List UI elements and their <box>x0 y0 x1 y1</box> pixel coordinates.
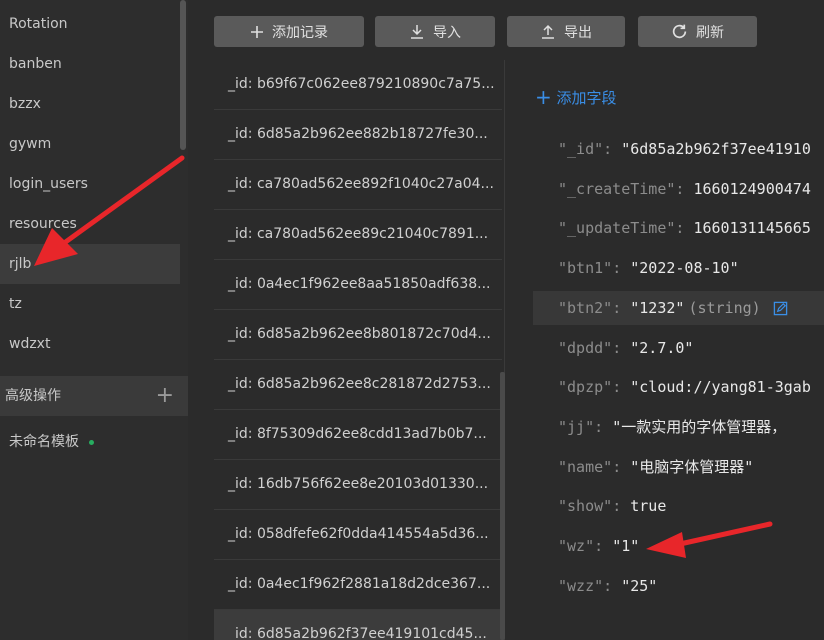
record-row[interactable]: _id: 6d85a2b962f37ee419101cd45... <box>214 610 502 640</box>
field-key: "wzz" <box>558 576 604 595</box>
collection-item[interactable]: gywm <box>0 124 180 164</box>
field-key: "show" <box>558 497 613 516</box>
field-colon: : <box>612 259 622 278</box>
add-field-button[interactable]: + 添加字段 <box>535 84 617 110</box>
record-row[interactable]: _id: 16db756f62ee8e20103d01330... <box>214 460 502 510</box>
field-row[interactable]: "wzz": "25" <box>533 569 824 603</box>
edit-icon[interactable] <box>773 301 788 316</box>
field-colon: : <box>612 457 622 476</box>
refresh-button[interactable]: 刷新 <box>638 16 757 47</box>
record-row[interactable]: _id: b69f67c062ee879210890c7a75... <box>214 60 502 110</box>
field-value: "6d85a2b962f37ee41910 <box>621 140 811 158</box>
record-row[interactable]: _id: 0a4ec1f962ee8aa51850adf638... <box>214 260 502 310</box>
add-record-button[interactable]: 添加记录 <box>214 16 364 47</box>
field-key: "btn1" <box>558 259 613 278</box>
export-label: 导出 <box>564 24 592 41</box>
field-colon: : <box>612 378 622 397</box>
template-label: 未命名模板 <box>9 434 79 450</box>
field-key: "dpzp" <box>558 378 613 397</box>
field-row[interactable]: "btn2": "1232" (string) <box>533 290 824 325</box>
field-value: "2.7.0" <box>630 338 694 357</box>
field-row[interactable]: "jj": "一款实用的字体管理器， <box>533 410 824 444</box>
import-button[interactable]: 导入 <box>375 16 495 47</box>
record-row[interactable]: _id: 6d85a2b962ee8b801872c70d4... <box>214 310 502 360</box>
field-colon: : <box>675 179 685 198</box>
record-row[interactable]: _id: 0a4ec1f962f2881a18d2dce367... <box>214 560 502 610</box>
field-row[interactable]: "show": true <box>533 489 824 523</box>
plus-icon <box>251 25 263 38</box>
field-key: "wz" <box>558 537 595 555</box>
field-colon: : <box>603 140 613 158</box>
sidebar-scrollbar[interactable] <box>180 0 186 150</box>
field-colon: : <box>594 417 604 436</box>
collection-item[interactable]: wdzxt <box>0 324 180 364</box>
field-value: "1" <box>612 537 640 555</box>
collection-item[interactable]: login_users <box>0 164 180 204</box>
field-row[interactable]: "btn1": "2022-08-10" <box>533 251 824 285</box>
field-type-hint: (string) <box>688 298 761 317</box>
export-button[interactable]: 导出 <box>507 16 625 47</box>
field-value: 1660131145665 <box>693 219 811 238</box>
advanced-operations-header[interactable]: 高级操作 + <box>0 376 188 416</box>
plus-icon: + <box>535 85 552 109</box>
field-colon: : <box>612 497 622 516</box>
refresh-label: 刷新 <box>696 24 724 41</box>
plus-icon[interactable]: + <box>156 376 174 416</box>
field-value: "cloud://yang81-3gab <box>630 378 811 397</box>
field-row[interactable]: "wz": "1" <box>533 529 824 563</box>
record-row[interactable]: _id: ca780ad562ee89c21040c7891... <box>214 210 502 260</box>
field-colon: : <box>603 576 613 595</box>
collection-item[interactable]: Rotation <box>0 4 180 44</box>
record-row[interactable]: _id: 058dfefe62f0dda414554a5d36... <box>214 510 502 560</box>
advanced-operations-label: 高级操作 <box>5 388 61 404</box>
field-colon: : <box>612 298 622 317</box>
field-value: true <box>630 497 667 516</box>
template-item[interactable]: 未命名模板 <box>9 430 94 454</box>
field-value: 1660124900474 <box>693 179 811 198</box>
field-value: "一款实用的字体管理器， <box>612 417 787 436</box>
collection-sidebar: Rotation banben bzzx gywm login_users resourc… <box>0 0 188 640</box>
field-row[interactable]: "dpzp": "cloud://yang81-3gab <box>533 370 824 404</box>
record-row[interactable]: _id: 6d85a2b962ee882b18727fe30... <box>214 110 502 160</box>
field-row[interactable]: "_id": "6d85a2b962f37ee41910 <box>533 132 824 166</box>
field-key: "_createTime" <box>558 179 676 198</box>
field-row[interactable]: "_createTime": 1660124900474 <box>533 172 824 206</box>
collection-item[interactable]: resources <box>0 204 180 244</box>
record-list: _id: b69f67c062ee879210890c7a75... _id: 6… <box>214 60 505 640</box>
app-window: Rotation banben bzzx gywm login_users resourc… <box>0 0 824 640</box>
collection-item[interactable]: banben <box>0 44 180 84</box>
field-colon: : <box>594 537 604 555</box>
field-key: "name" <box>558 457 613 476</box>
field-row[interactable]: "_updateTime": 1660131145665 <box>533 211 824 245</box>
add-record-label: 添加记录 <box>272 24 328 41</box>
collection-item[interactable]: rjlb <box>0 244 180 284</box>
field-key: "_id" <box>558 140 604 158</box>
record-row[interactable]: _id: 8f75309d62ee8cdd13ad7b0b7... <box>214 410 502 460</box>
refresh-icon <box>672 24 687 39</box>
field-row[interactable]: "name": "电脑字体管理器" <box>533 450 824 484</box>
record-row[interactable]: _id: 6d85a2b962ee8c281872d2753... <box>214 360 502 410</box>
field-colon: : <box>612 338 622 357</box>
field-value: "2022-08-10" <box>630 259 739 278</box>
field-key: "jj" <box>558 417 595 436</box>
field-row[interactable]: "dpdd": "2.7.0" <box>533 331 824 365</box>
field-value: "1232" <box>630 298 685 317</box>
add-field-label: 添加字段 <box>556 89 617 107</box>
collection-item[interactable]: tz <box>0 284 180 324</box>
field-colon: : <box>675 219 685 238</box>
field-value: "电脑字体管理器" <box>630 457 754 476</box>
import-label: 导入 <box>433 24 461 41</box>
collection-item[interactable]: bzzx <box>0 84 180 124</box>
record-list-scrollbar[interactable] <box>500 372 505 640</box>
download-icon <box>411 24 423 39</box>
field-key: "btn2" <box>558 298 613 317</box>
record-row[interactable]: _id: ca780ad562ee892f1040c27a04... <box>214 160 502 210</box>
upload-icon <box>542 24 554 39</box>
field-key: "dpdd" <box>558 338 613 357</box>
field-value: "25" <box>621 576 658 595</box>
status-dot-icon <box>89 439 94 445</box>
field-key: "_updateTime" <box>558 219 676 238</box>
